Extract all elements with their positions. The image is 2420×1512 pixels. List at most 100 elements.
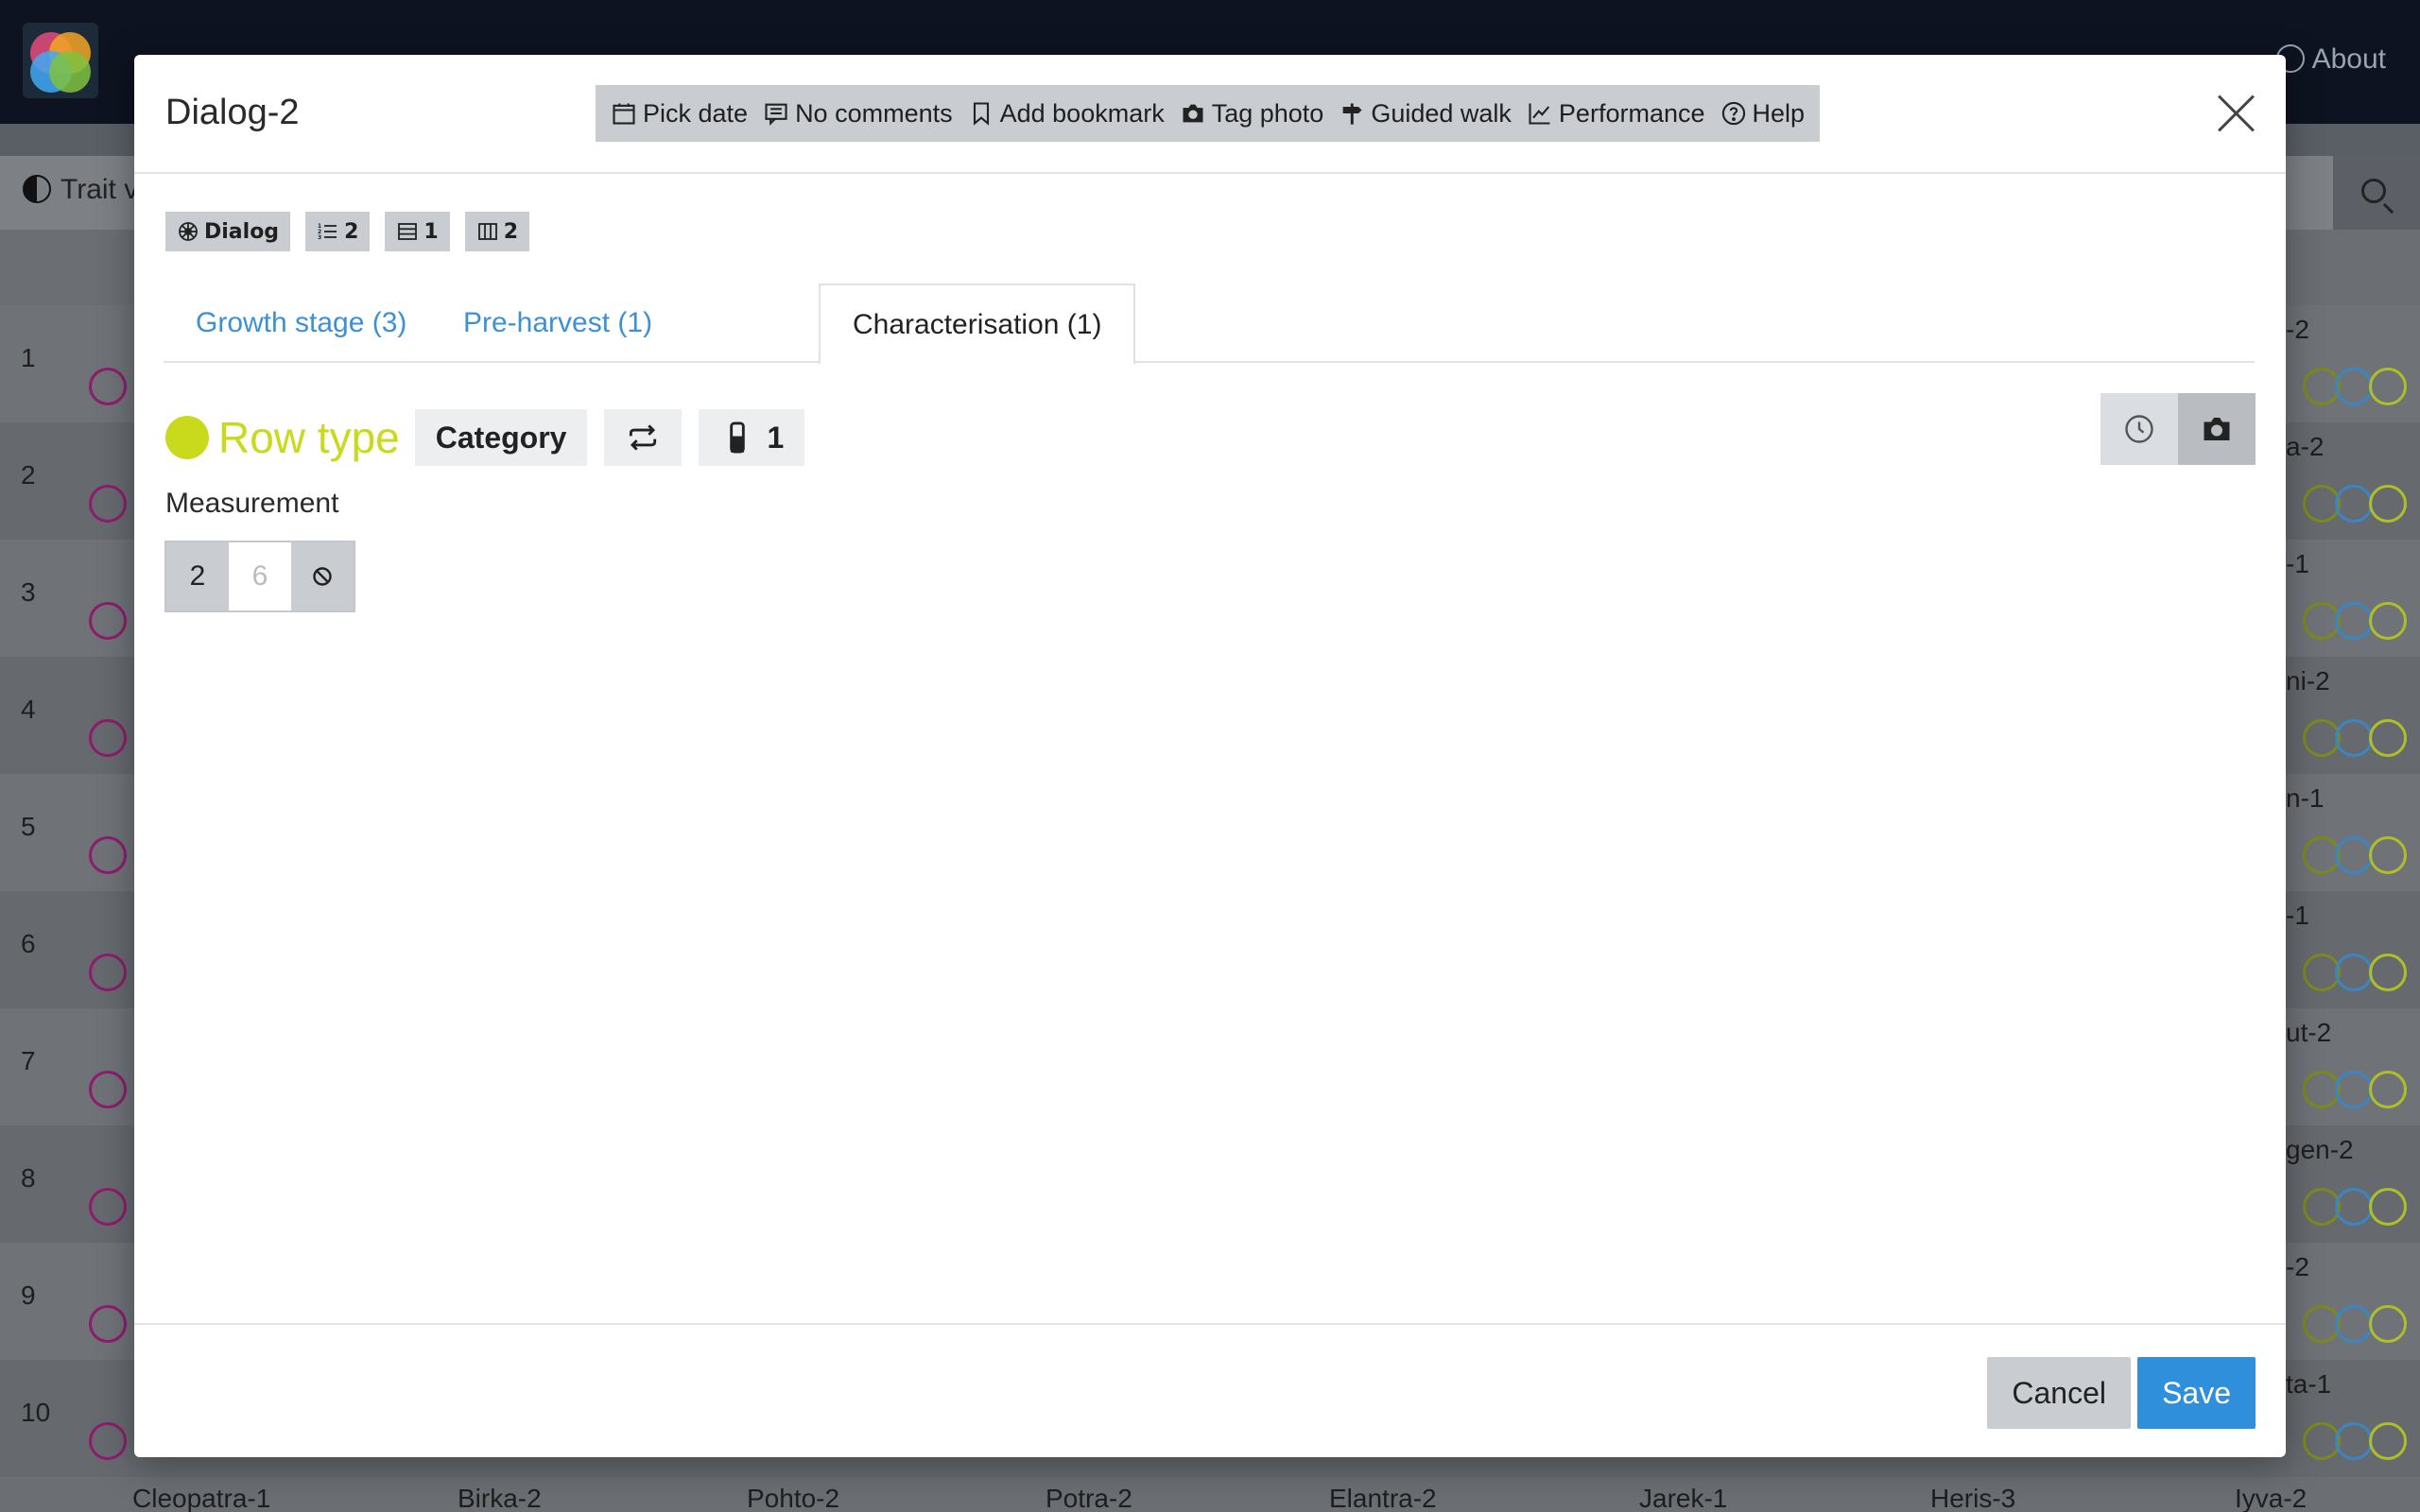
trait-ring [2335, 368, 2373, 405]
trait-ring [2369, 836, 2407, 874]
row-number: 10 [21, 1398, 51, 1427]
row-number: 6 [21, 929, 36, 958]
app-logo [23, 23, 98, 98]
cell-label: -1 [2286, 549, 2309, 578]
trait-header: Row type Category 1 [165, 404, 821, 471]
trait-ring [89, 485, 127, 523]
camera-button[interactable] [2178, 393, 2256, 465]
column-header: Elantra-2 [1329, 1484, 1437, 1512]
graph-icon [1527, 100, 1553, 127]
repeat-button[interactable] [604, 409, 683, 466]
info-badges: Dialog 123 2 1 2 [165, 212, 529, 251]
camera-icon [1180, 100, 1206, 127]
list-icon: 123 [318, 223, 337, 241]
pick-date-button[interactable]: Pick date [603, 85, 755, 142]
trait-ring [2369, 602, 2407, 640]
question-icon [1720, 100, 1747, 127]
performance-button[interactable]: Performance [1519, 85, 1713, 142]
trait-group-tabs: Growth stage (3) Pre-harvest (1) Charact… [164, 284, 2255, 365]
measurement-input-group: 2 6 [164, 541, 355, 612]
comments-button[interactable]: No comments [755, 85, 960, 142]
tab-growth-stage[interactable]: Growth stage (3) [164, 284, 439, 363]
dialog-title: Dialog-2 [165, 93, 300, 132]
row-number: 4 [21, 695, 36, 724]
badge-row-count: 1 [385, 212, 450, 251]
column-header: Jarek-1 [1639, 1484, 1728, 1512]
cell-label: ni-2 [2286, 666, 2330, 696]
trait-ring [89, 602, 127, 640]
row-number: 5 [21, 812, 36, 841]
trait-ring [89, 719, 127, 757]
save-button[interactable]: Save [2137, 1357, 2256, 1429]
trait-ring [89, 368, 127, 405]
trait-ring [2335, 1071, 2373, 1108]
tab-pre-harvest[interactable]: Pre-harvest (1) [431, 284, 684, 363]
bookmark-icon [968, 100, 994, 127]
column-header: Birka-2 [458, 1484, 542, 1512]
trait-ring [89, 1305, 127, 1343]
measurement-label: Measurement [165, 488, 339, 519]
dialog-action-bar: Pick date No comments Add bookmark Tag p… [596, 85, 1821, 142]
trait-ring [2369, 954, 2407, 991]
allowed-count-button[interactable]: 1 [699, 409, 805, 466]
dialog: Dialog-2 Pick date No comments Add bookm… [134, 55, 2286, 1457]
trait-ring [2369, 1071, 2407, 1108]
history-button[interactable] [2100, 393, 2178, 465]
comment-icon [763, 100, 789, 127]
about-link[interactable]: About [2275, 43, 2386, 76]
close-icon[interactable] [2216, 93, 2257, 134]
measurement-value-input[interactable]: 6 [229, 542, 291, 610]
signpost-icon [1339, 100, 1365, 127]
cancel-button[interactable]: Cancel [1987, 1357, 2131, 1429]
set-na-button[interactable] [291, 542, 354, 610]
column-header: Iyva-2 [2235, 1484, 2308, 1512]
svg-text:3: 3 [318, 234, 321, 241]
trait-ring [2335, 485, 2373, 523]
columns-icon [477, 223, 497, 240]
cell-label: -2 [2286, 1252, 2309, 1281]
trait-ring [89, 1422, 127, 1460]
dialog-footer: Cancel Save [134, 1323, 2286, 1457]
tab-characterisation[interactable]: Characterisation (1) [819, 284, 1136, 365]
trait-ring [2369, 485, 2407, 523]
trait-color-dot [165, 416, 209, 459]
trait-ring [2335, 1305, 2373, 1343]
row-number: 3 [21, 577, 36, 607]
row-number: 9 [21, 1280, 36, 1310]
not-allowed-icon [313, 567, 332, 586]
trait-data-type: Category [414, 409, 588, 466]
trait-name: Row type [218, 413, 400, 462]
repeat-icon [630, 424, 657, 451]
tag-photo-button[interactable]: Tag photo [1172, 85, 1332, 142]
search-button[interactable] [2333, 156, 2420, 230]
badge-list-count: 123 2 [305, 212, 371, 251]
trait-ring [2335, 954, 2373, 991]
badge-column-count: 2 [464, 212, 529, 251]
cell-label: n-1 [2286, 783, 2325, 813]
guided-walk-button[interactable]: Guided walk [1331, 85, 1519, 142]
row-number: 8 [21, 1163, 36, 1193]
trait-tools [2100, 393, 2256, 465]
dialog-header: Dialog-2 Pick date No comments Add bookm… [134, 55, 2286, 174]
trait-ring [2335, 1422, 2373, 1460]
help-button[interactable]: Help [1713, 85, 1813, 142]
add-bookmark-button[interactable]: Add bookmark [960, 85, 1172, 142]
trait-ring [89, 1188, 127, 1226]
column-header: Potra-2 [1046, 1484, 1132, 1512]
column-header: Heris-3 [1930, 1484, 2016, 1512]
calendar-icon [611, 100, 637, 127]
cell-label: gen-2 [2286, 1135, 2354, 1164]
row-number: 7 [21, 1046, 36, 1075]
trait-ring [2335, 602, 2373, 640]
row-number: 2 [21, 460, 36, 490]
column-header: Cleopatra-1 [132, 1484, 271, 1512]
measurement-number[interactable]: 2 [166, 542, 229, 610]
phone-icon [730, 421, 746, 454]
cell-label: -1 [2286, 901, 2309, 930]
clock-icon [2125, 415, 2153, 443]
badge-dialog: Dialog [165, 212, 291, 251]
trait-ring [89, 836, 127, 874]
trait-ring [2335, 836, 2373, 874]
trait-ring [2369, 1188, 2407, 1226]
trait-visibility-button[interactable]: Trait v [23, 174, 138, 206]
